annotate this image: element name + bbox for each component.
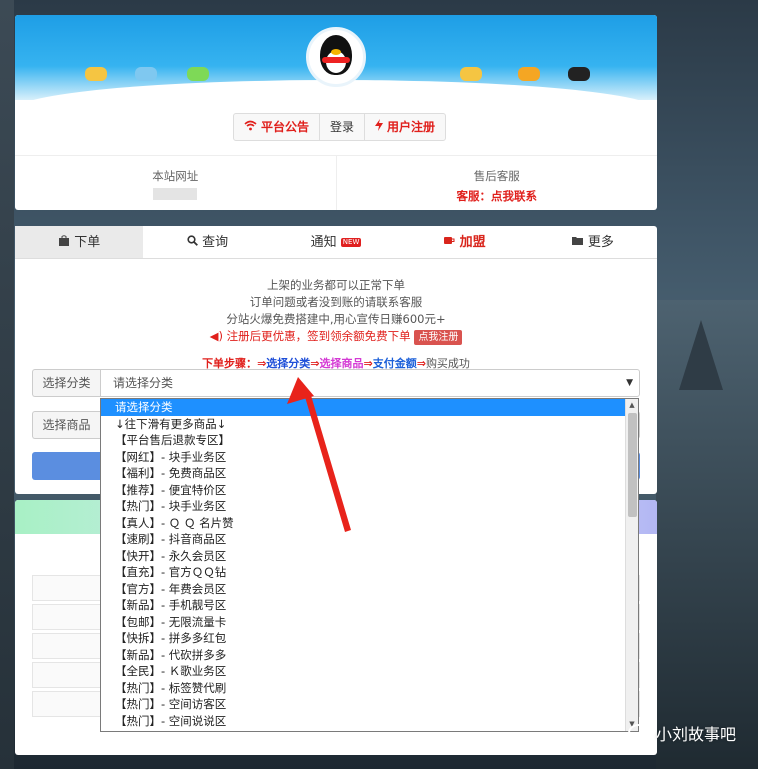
bolt-deco-icon [518,67,540,81]
dropdown-items: 请选择分类 ↓往下滑有更多商品↓ 【平台售后退款专区】 【网红】- 块手业务区 【福利】… [101,399,638,729]
dropdown-option[interactable]: 【新品】- 代砍拼多多 [101,647,638,664]
header-card: 平台公告 登录 用户注册 本站网址 售后客服 客服：点我联系 [15,15,657,210]
dropdown-option[interactable]: 【热门】- 块手业务区 [101,498,638,515]
speaker-icon: ◀) [209,329,224,343]
shopping-bag-icon [58,235,74,250]
main-tabs: 下单 查询 通知 NEW 加盟 更多 [15,226,657,259]
dropdown-option[interactable]: 【官方】- 年费会员区 [101,581,638,598]
dropdown-option[interactable]: 【全民】- Ｋ歌业务区 [101,663,638,680]
watermark: 小刘故事吧 [627,721,736,745]
dropdown-option[interactable]: 【热门】- 空间说说区 [101,713,638,730]
watermark-text: 小刘故事吧 [655,725,736,744]
tab-more-label: 更多 [587,235,614,250]
chevron-down-icon: ▼ [626,378,633,388]
service-label: 售后客服 [473,169,520,183]
notice-line-3: 分站火爆免费搭建中,用心宣传日赚600元+ [226,312,446,326]
tab-order[interactable]: 下单 [15,226,144,258]
tab-order-label: 下单 [74,235,101,250]
site-info-row: 本站网址 售后客服 客服：点我联系 [15,155,657,210]
header-nav: 平台公告 登录 用户注册 [233,113,447,141]
notice-line-2: 订单问题或者没到账的请联系客服 [249,295,423,309]
wechat-icon [627,724,650,742]
coffee-icon [443,235,460,250]
moon-deco-icon [135,67,157,81]
dropdown-option[interactable]: 【推荐】- 便宜特价区 [101,482,638,499]
scroll-up-icon[interactable]: ▲ [626,399,638,412]
wifi-icon [244,114,257,140]
tab-more[interactable]: 更多 [529,226,657,258]
category-select-value: 请选择分类 [113,376,174,390]
dropdown-option[interactable]: 【快开】- 永久会员区 [101,548,638,565]
background-spire [679,320,723,390]
site-avatar [306,27,366,87]
service-cell: 售后客服 客服：点我联系 [335,156,658,210]
category-row: 选择分类 请选择分类 ▼ [32,369,640,397]
star-deco-icon [460,67,482,81]
dropdown-option[interactable]: 【直充】- 官方ＱＱ钻 [101,564,638,581]
tab-join[interactable]: 加盟 [400,226,528,258]
dropdown-option[interactable]: 【网红】- 块手业务区 [101,449,638,466]
background-left [0,0,14,769]
service-contact-link[interactable]: 客服：点我联系 [337,188,658,204]
new-badge: NEW [340,238,362,247]
category-dropdown-list[interactable]: 请选择分类 ↓往下滑有更多商品↓ 【平台售后退款专区】 【网红】- 块手业务区 【福利】… [100,398,639,732]
site-url-label: 本站网址 [152,169,199,183]
dropdown-option[interactable]: 请选择分类 [101,399,638,416]
scroll-thumb[interactable] [628,413,637,517]
site-url-blurred [153,188,198,200]
register-label: 用户注册 [387,120,436,134]
folder-icon [571,235,588,250]
product-label: 选择商品 [32,411,100,439]
announcement-button[interactable]: 平台公告 [234,114,321,140]
category-label: 选择分类 [32,369,100,397]
login-label: 登录 [330,120,355,134]
notice-line-4: 注册后更优惠，签到领余额免费下单 [226,329,411,343]
login-button[interactable]: 登录 [320,114,366,140]
dropdown-option[interactable]: 【平台售后退款专区】 [101,432,638,449]
dropdown-scrollbar[interactable]: ▲ ▼ [625,399,638,731]
tab-query[interactable]: 查询 [143,226,271,258]
qq-penguin-icon [316,35,356,79]
notice-line-1: 上架的业务都可以正常下单 [267,278,405,292]
tab-notice-label: 通知 [310,235,337,250]
announcement-label: 平台公告 [261,120,310,134]
dropdown-option[interactable]: 【热门】- 标签赞代刷 [101,680,638,697]
tab-notice[interactable]: 通知 NEW [272,226,400,258]
dropdown-option[interactable]: 【福利】- 免费商品区 [101,465,638,482]
dropdown-option[interactable]: 【快拆】- 拼多多红包 [101,630,638,647]
bolt-icon [375,114,384,140]
qq-deco-icon [85,67,107,81]
tab-query-label: 查询 [202,235,229,250]
dropdown-option[interactable]: 【新品】- 手机靓号区 [101,597,638,614]
dropdown-option[interactable]: 【热门】- 空间访客区 [101,696,638,713]
category-select[interactable]: 请选择分类 ▼ [100,369,640,397]
qq-deco-icon [568,67,590,81]
notice-register-button[interactable]: 点我注册 [414,330,463,345]
bolt-deco-icon [187,67,209,81]
dropdown-option[interactable]: 【真人】- Ｑ Ｑ 名片赞 [101,515,638,532]
order-notice: 上架的业务都可以正常下单 订单问题或者没到账的请联系客服 分站火爆免费搭建中,用… [15,277,657,345]
search-icon [187,235,202,250]
dropdown-option[interactable]: ↓往下滑有更多商品↓ [101,416,638,433]
dropdown-option[interactable]: 【包邮】- 无限流量卡 [101,614,638,631]
register-button[interactable]: 用户注册 [365,114,445,140]
site-url-cell: 本站网址 [15,156,336,210]
dropdown-option[interactable]: 【速刷】- 抖音商品区 [101,531,638,548]
tab-join-label: 加盟 [459,235,486,250]
